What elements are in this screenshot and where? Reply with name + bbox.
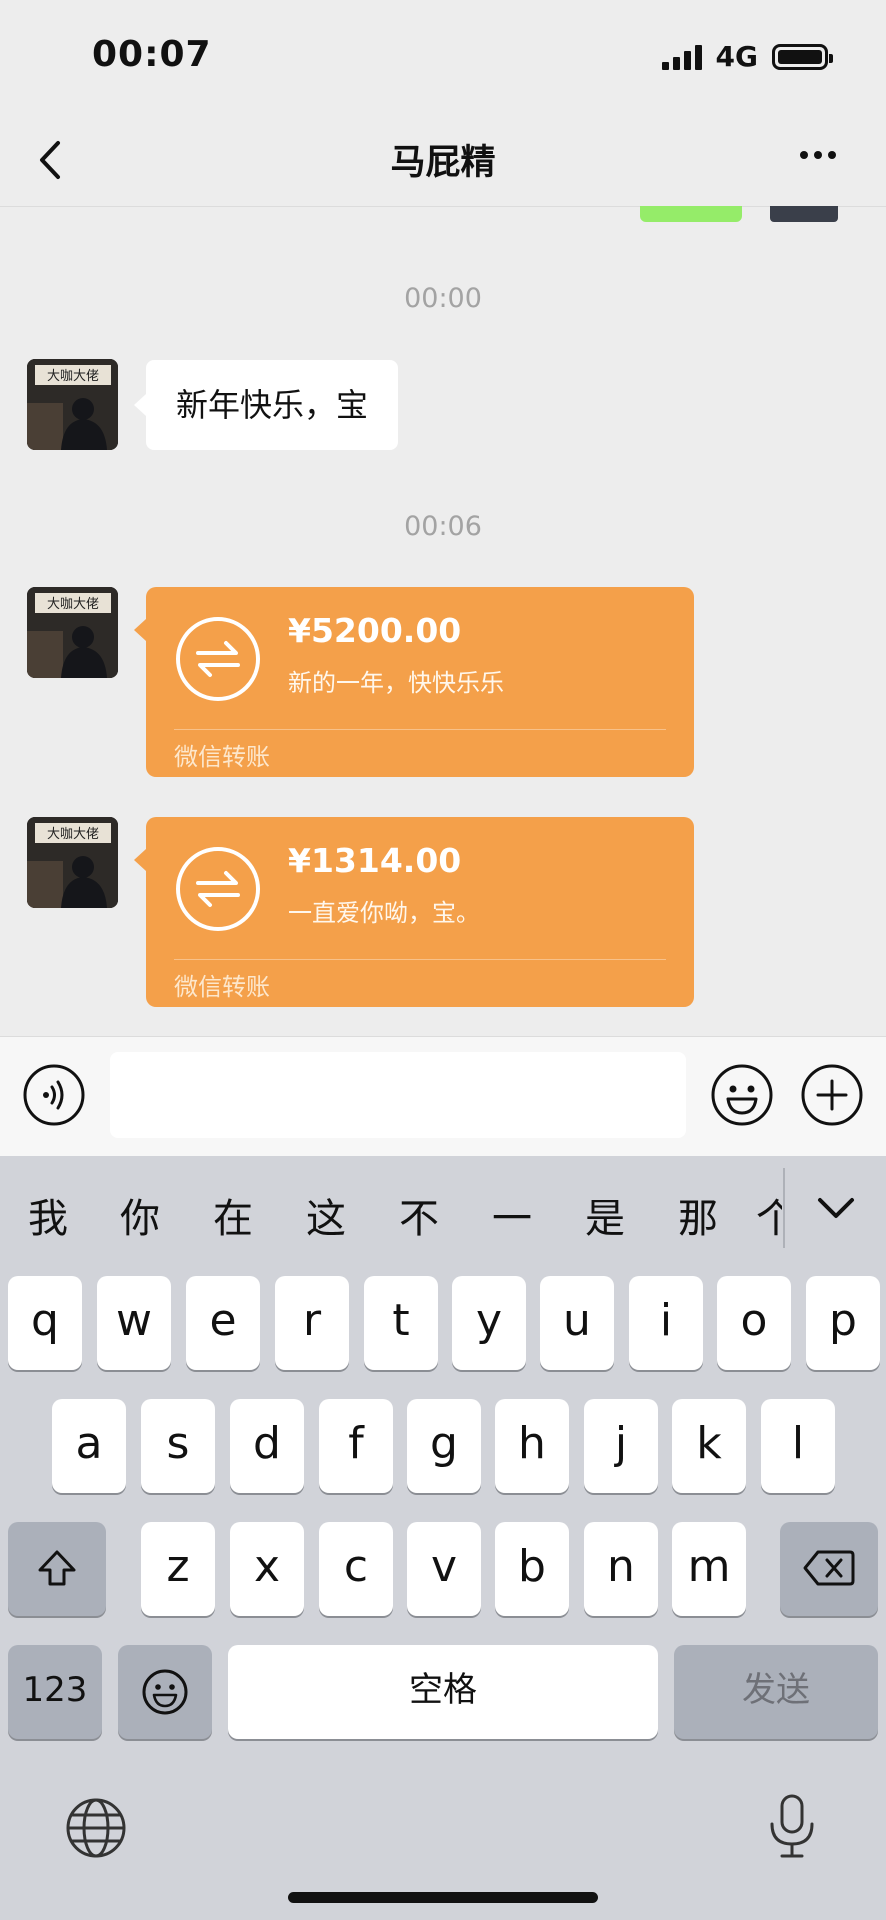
transfer-amount: ¥1314.00 (288, 841, 462, 880)
plus-icon[interactable] (800, 1063, 864, 1127)
chat-title: 马屁精 (390, 143, 496, 183)
partial-message-bubble (640, 206, 742, 222)
key-z[interactable]: z (141, 1522, 215, 1616)
home-indicator[interactable] (288, 1892, 598, 1903)
svg-text:大咖大佬: 大咖大佬 (47, 369, 99, 384)
key-w[interactable]: w (97, 1276, 171, 1370)
space-key[interactable]: 空格 (228, 1645, 658, 1739)
emoji-key[interactable] (118, 1645, 212, 1739)
key-r[interactable]: r (275, 1276, 349, 1370)
transfer-icon (176, 617, 260, 701)
key-a[interactable]: a (52, 1399, 126, 1493)
candidate-clip: 个 (756, 1186, 782, 1246)
key-h[interactable]: h (495, 1399, 569, 1493)
chevron-down-icon[interactable] (814, 1190, 858, 1226)
transfer-message[interactable]: ¥5200.00 新的一年，快快乐乐 微信转账 (134, 587, 694, 777)
transfer-divider (174, 959, 666, 960)
key-d[interactable]: d (230, 1399, 304, 1493)
key-t[interactable]: t (364, 1276, 438, 1370)
shift-key[interactable] (8, 1522, 106, 1616)
emoji-icon[interactable] (710, 1063, 774, 1127)
candidate-word[interactable]: 是 (575, 1186, 635, 1244)
avatar[interactable]: 大咖大佬 (27, 359, 118, 450)
candidate-word[interactable]: 你 (110, 1186, 170, 1244)
svg-text:大咖大佬: 大咖大佬 (47, 827, 99, 842)
status-time: 00:07 (92, 34, 212, 75)
candidate-word[interactable]: 我 (18, 1186, 78, 1244)
key-e[interactable]: e (186, 1276, 260, 1370)
send-key[interactable]: 发送 (674, 1645, 878, 1739)
message-input[interactable] (110, 1052, 686, 1138)
key-f[interactable]: f (319, 1399, 393, 1493)
voice-icon[interactable] (22, 1063, 86, 1127)
key-l[interactable]: l (761, 1399, 835, 1493)
candidate-word[interactable]: 个 (756, 1186, 782, 1244)
avatar[interactable]: 大咖大佬 (27, 817, 118, 908)
key-n[interactable]: n (584, 1522, 658, 1616)
globe-icon[interactable] (64, 1796, 128, 1860)
key-k[interactable]: k (672, 1399, 746, 1493)
key-q[interactable]: q (8, 1276, 82, 1370)
shift-icon (38, 1550, 76, 1586)
nav-divider (0, 206, 886, 207)
key-o[interactable]: o (717, 1276, 791, 1370)
transfer-message[interactable]: ¥1314.00 一直爱你呦，宝。 微信转账 (134, 817, 694, 1007)
transfer-amount: ¥5200.00 (288, 611, 462, 650)
numbers-key[interactable]: 123 (8, 1645, 102, 1739)
candidate-word[interactable]: 一 (482, 1186, 542, 1244)
emoji-icon (142, 1669, 188, 1715)
battery-icon (772, 43, 833, 70)
transfer-icon (176, 847, 260, 931)
candidate-divider (783, 1168, 785, 1248)
key-j[interactable]: j (584, 1399, 658, 1493)
mic-icon[interactable] (762, 1792, 822, 1862)
key-g[interactable]: g (407, 1399, 481, 1493)
avatar[interactable]: 大咖大佬 (27, 587, 118, 678)
signal-icon (661, 44, 702, 70)
key-v[interactable]: v (407, 1522, 481, 1616)
text-message[interactable]: 新年快乐，宝 (133, 360, 399, 450)
key-c[interactable]: c (319, 1522, 393, 1616)
transfer-label: 微信转账 (174, 743, 270, 771)
key-s[interactable]: s (141, 1399, 215, 1493)
more-icon[interactable] (800, 140, 846, 170)
transfer-note: 一直爱你呦，宝。 (288, 899, 480, 927)
status-icons: 4G (661, 40, 833, 73)
partial-avatar (770, 206, 838, 222)
candidate-word[interactable]: 这 (296, 1186, 356, 1244)
candidate-word[interactable]: 在 (203, 1186, 263, 1244)
key-i[interactable]: i (629, 1276, 703, 1370)
transfer-label: 微信转账 (174, 973, 270, 1001)
candidate-word[interactable]: 那 (668, 1186, 728, 1244)
timestamp: 00:00 (404, 283, 482, 314)
key-u[interactable]: u (540, 1276, 614, 1370)
key-m[interactable]: m (672, 1522, 746, 1616)
key-x[interactable]: x (230, 1522, 304, 1616)
network-label: 4G (715, 40, 758, 73)
backspace-icon (803, 1550, 855, 1586)
key-y[interactable]: y (452, 1276, 526, 1370)
transfer-divider (174, 729, 666, 730)
candidate-word[interactable]: 不 (389, 1186, 449, 1244)
delete-key[interactable] (780, 1522, 878, 1616)
key-b[interactable]: b (495, 1522, 569, 1616)
svg-text:大咖大佬: 大咖大佬 (47, 597, 99, 612)
transfer-note: 新的一年，快快乐乐 (288, 669, 504, 697)
timestamp: 00:06 (404, 511, 482, 542)
key-p[interactable]: p (806, 1276, 880, 1370)
